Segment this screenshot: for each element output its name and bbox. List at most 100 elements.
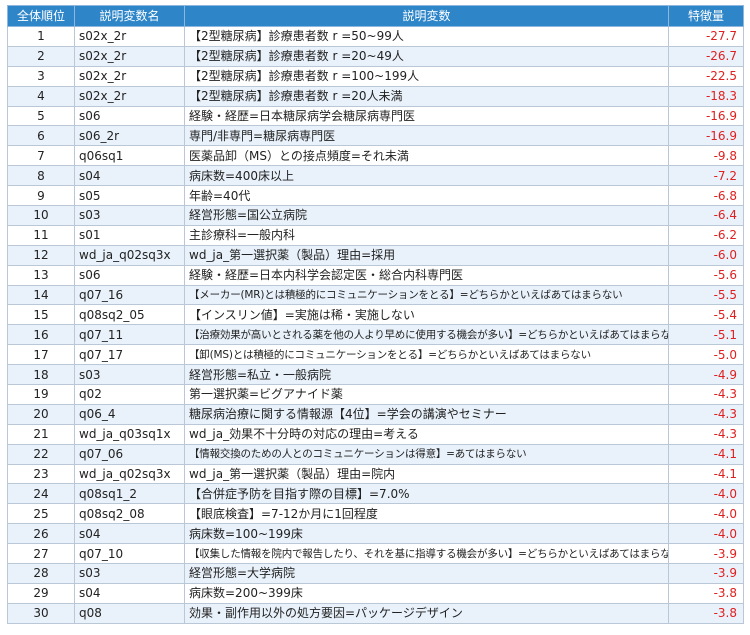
table-header-row: 全体順位 説明変数名 説明変数 特徴量 [7,5,744,27]
variable-name-cell: s02x_2r [74,26,185,47]
variable-name-cell: q06_4 [74,403,185,425]
variable-description-cell: wd_ja_第一選択薬（製品）理由=採用 [184,244,669,266]
header-feature-value: 特徴量 [668,5,744,27]
header-rank: 全体順位 [7,5,75,27]
feature-value-cell: -3.8 [668,582,744,604]
variable-name-cell: s05 [74,185,185,207]
rank-cell: 7 [7,145,75,167]
feature-value-cell: -4.9 [668,364,744,386]
rank-cell: 19 [7,384,75,405]
variable-name-cell: s03 [74,563,185,584]
variable-description-cell: 病床数=400床以上 [184,165,669,187]
variable-name-cell: s04 [74,582,185,604]
rank-cell: 3 [7,65,75,87]
rank-cell: 9 [7,185,75,207]
variable-description-cell: 第一選択薬=ビグアナイド薬 [184,384,669,405]
rank-cell: 22 [7,443,75,465]
feature-value-cell: -3.9 [668,543,744,565]
variable-description-cell: 病床数=100~199床 [184,523,669,545]
variable-description-cell: 【情報交換のための人とのコミュニケーションは得意】=あてはまらない [184,443,669,465]
variable-description-cell: 【合併症予防を目指す際の目標】=7.0% [184,483,669,505]
variable-name-cell: wd_ja_q02sq3x [74,463,185,485]
table-row: 30 q08 効果・副作用以外の処方要因=パッケージデザイン -3.8 [7,602,744,624]
table-body: 1 s02x_2r 【2型糖尿病】診療患者数 r =50~99人 -27.7 2 s02x… [7,26,744,624]
variable-description-cell: 【治療効果が高いとされる薬を他の人より早めに使用する機会が多い】=どちらかといえ… [184,324,669,346]
rank-cell: 4 [7,85,75,107]
variable-name-cell: s06 [74,264,185,286]
variable-description-cell: 効果・副作用以外の処方要因=パッケージデザイン [184,602,669,624]
table-row: 12 wd_ja_q02sq3x wd_ja_第一選択薬（製品）理由=採用 -6.0 [7,244,744,266]
variable-description-cell: 経営形態=私立・一般病院 [184,364,669,386]
rank-cell: 13 [7,264,75,286]
rank-cell: 15 [7,304,75,326]
table-row: 28 s03 経営形態=大学病院 -3.9 [7,563,744,584]
variable-description-cell: 経営形態=国公立病院 [184,205,669,226]
table-row: 15 q08sq2_05 【インスリン値】=実施は稀・実施しない -5.4 [7,304,744,326]
variable-name-cell: s03 [74,364,185,386]
feature-value-cell: -9.8 [668,145,744,167]
rank-cell: 8 [7,165,75,187]
variable-description-cell: 病床数=200~399床 [184,582,669,604]
table-row: 11 s01 主診療科=一般内科 -6.2 [7,224,744,246]
feature-value-cell: -5.4 [668,304,744,326]
table-row: 29 s04 病床数=200~399床 -3.8 [7,582,744,604]
feature-value-cell: -16.9 [668,105,744,127]
variable-name-cell: q07_06 [74,443,185,465]
rank-cell: 21 [7,423,75,445]
rank-cell: 10 [7,205,75,226]
table-row: 22 q07_06 【情報交換のための人とのコミュニケーションは得意】=あてはまらな… [7,443,744,465]
variable-description-cell: 【2型糖尿病】診療患者数 r =20人未満 [184,85,669,107]
table-row: 4 s02x_2r 【2型糖尿病】診療患者数 r =20人未満 -18.3 [7,85,744,107]
table-row: 14 q07_16 【メーカー(MR)とは積極的にコミュニケーションをとる】=どちら… [7,284,744,306]
header-variable-description: 説明変数 [184,5,669,27]
rank-cell: 16 [7,324,75,346]
table-row: 18 s03 経営形態=私立・一般病院 -4.9 [7,364,744,386]
table-row: 16 q07_11 【治療効果が高いとされる薬を他の人より早めに使用する機会が多い】… [7,324,744,346]
table-row: 17 q07_17 【卸(MS)とは積極的にコミュニケーションをとる】=どちらかとい… [7,344,744,366]
feature-value-cell: -5.1 [668,324,744,346]
feature-value-cell: -4.3 [668,423,744,445]
table-row: 23 wd_ja_q02sq3x wd_ja_第一選択薬（製品）理由=院内 -4.1 [7,463,744,485]
feature-value-cell: -7.2 [668,165,744,187]
feature-table-container: 全体順位 説明変数名 説明変数 特徴量 1 s02x_2r 【2型糖尿病】診療患者数… [7,5,744,624]
variable-name-cell: s06_2r [74,125,185,147]
rank-cell: 30 [7,602,75,624]
table-row: 21 wd_ja_q03sq1x wd_ja_効果不十分時の対応の理由=考える -4.… [7,423,744,445]
feature-value-cell: -22.5 [668,65,744,87]
variable-name-cell: s03 [74,205,185,226]
variable-name-cell: q07_16 [74,284,185,306]
rank-cell: 26 [7,523,75,545]
variable-description-cell: 【2型糖尿病】診療患者数 r =50~99人 [184,26,669,47]
rank-cell: 5 [7,105,75,127]
feature-value-cell: -3.9 [668,563,744,584]
variable-name-cell: s04 [74,523,185,545]
variable-description-cell: wd_ja_第一選択薬（製品）理由=院内 [184,463,669,485]
table-row: 2 s02x_2r 【2型糖尿病】診療患者数 r =20~49人 -26.7 [7,45,744,67]
feature-table: 全体順位 説明変数名 説明変数 特徴量 1 s02x_2r 【2型糖尿病】診療患者数… [7,5,744,624]
rank-cell: 24 [7,483,75,505]
feature-value-cell: -5.5 [668,284,744,306]
feature-value-cell: -18.3 [668,85,744,107]
variable-description-cell: 主診療科=一般内科 [184,224,669,246]
feature-value-cell: -4.0 [668,483,744,505]
rank-cell: 12 [7,244,75,266]
variable-name-cell: q07_10 [74,543,185,565]
feature-value-cell: -6.4 [668,205,744,226]
feature-value-cell: -6.2 [668,224,744,246]
rank-cell: 27 [7,543,75,565]
table-row: 26 s04 病床数=100~199床 -4.0 [7,523,744,545]
variable-description-cell: 年齢=40代 [184,185,669,207]
variable-name-cell: q06sq1 [74,145,185,167]
table-row: 1 s02x_2r 【2型糖尿病】診療患者数 r =50~99人 -27.7 [7,26,744,47]
table-row: 8 s04 病床数=400床以上 -7.2 [7,165,744,187]
feature-value-cell: -26.7 [668,45,744,67]
table-row: 25 q08sq2_08 【眼底検査】=7-12か月に1回程度 -4.0 [7,503,744,525]
feature-value-cell: -3.8 [668,602,744,624]
variable-name-cell: q08sq2_08 [74,503,185,525]
rank-cell: 14 [7,284,75,306]
table-row: 3 s02x_2r 【2型糖尿病】診療患者数 r =100~199人 -22.5 [7,65,744,87]
variable-name-cell: s04 [74,165,185,187]
table-row: 19 q02 第一選択薬=ビグアナイド薬 -4.3 [7,384,744,405]
variable-description-cell: 経営形態=大学病院 [184,563,669,584]
table-row: 20 q06_4 糖尿病治療に関する情報源【4位】=学会の講演やセミナー -4.3 [7,403,744,425]
